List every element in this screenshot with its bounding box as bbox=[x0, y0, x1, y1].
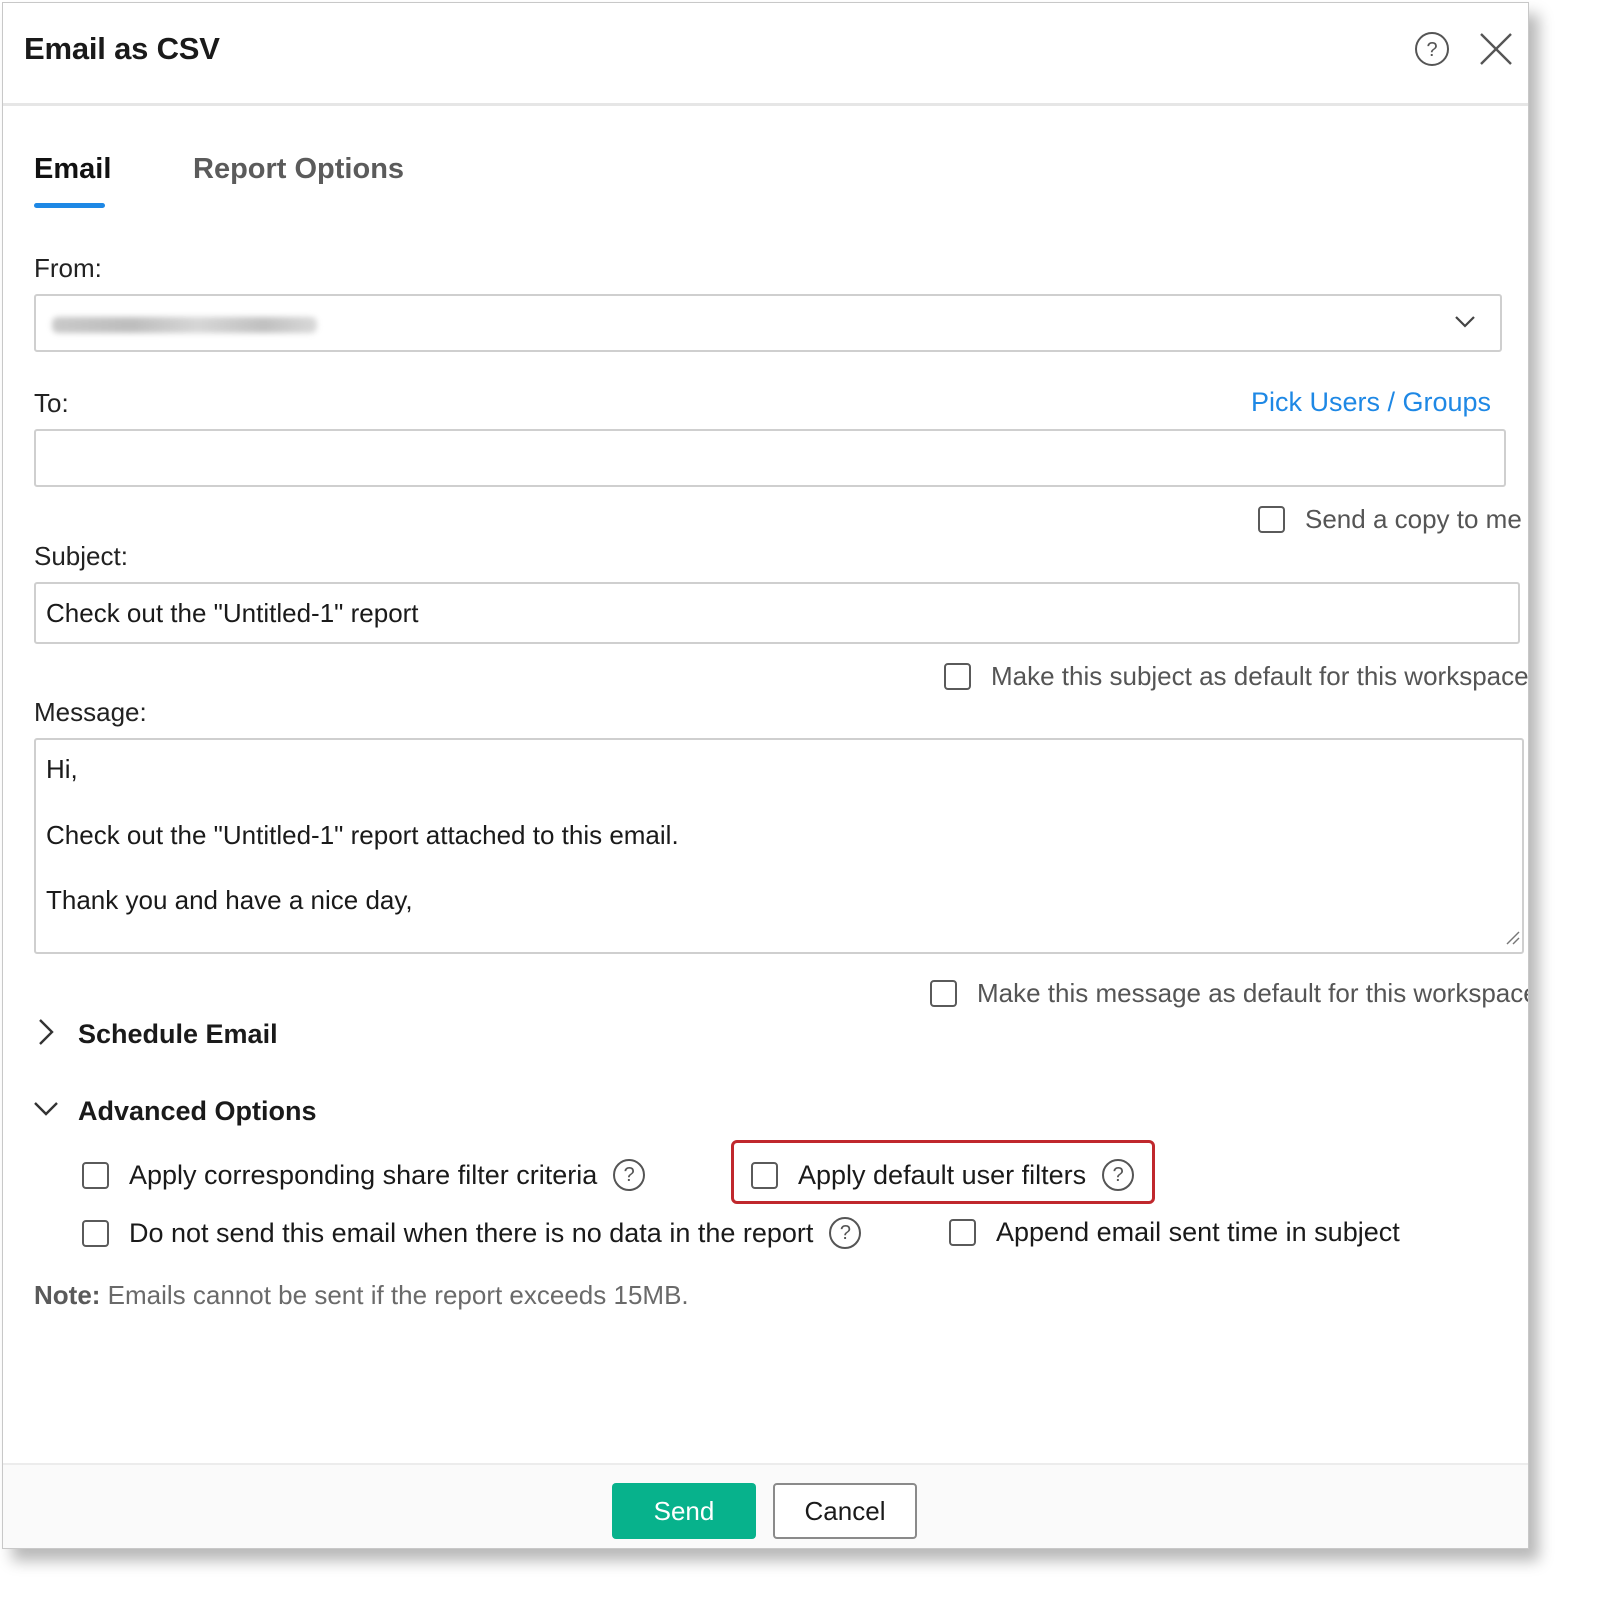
chevron-down-icon bbox=[1454, 313, 1476, 334]
subject-default-label: Make this subject as default for this wo… bbox=[991, 661, 1529, 691]
active-tab-indicator bbox=[34, 203, 105, 208]
no-data-option: Do not send this email when there is no … bbox=[82, 1217, 862, 1249]
subject-default-checkbox[interactable] bbox=[944, 663, 971, 690]
dialog-header: Email as CSV ? bbox=[3, 3, 1528, 106]
message-default-label: Make this message as default for this wo… bbox=[977, 978, 1529, 1008]
pick-users-groups-link[interactable]: Pick Users / Groups bbox=[1251, 387, 1491, 418]
message-line: Thank you and have a nice day, bbox=[46, 885, 413, 915]
close-icon[interactable] bbox=[1479, 32, 1513, 71]
message-line: Check out the "Untitled-1" report attach… bbox=[46, 820, 679, 850]
to-input[interactable] bbox=[34, 429, 1506, 487]
advanced-options-title: Advanced Options bbox=[78, 1096, 317, 1126]
message-textarea[interactable]: Hi, Check out the "Untitled-1" report at… bbox=[34, 738, 1524, 954]
help-icon[interactable]: ? bbox=[1414, 31, 1450, 72]
append-time-label: Append email sent time in subject bbox=[996, 1217, 1400, 1247]
share-filter-checkbox[interactable] bbox=[82, 1161, 109, 1189]
send-copy-checkbox[interactable] bbox=[1258, 506, 1285, 533]
share-filter-option: Apply corresponding share filter criteri… bbox=[82, 1159, 646, 1191]
chevron-right-icon bbox=[36, 1017, 56, 1052]
share-filter-label: Apply corresponding share filter criteri… bbox=[129, 1159, 598, 1190]
schedule-email-title: Schedule Email bbox=[78, 1019, 278, 1049]
advanced-options-toggle[interactable]: Advanced Options bbox=[33, 1094, 317, 1129]
send-copy-label: Send a copy to me bbox=[1305, 504, 1522, 534]
default-user-filters-label: Apply default user filters bbox=[798, 1159, 1087, 1190]
note-prefix: Note: bbox=[34, 1280, 101, 1310]
svg-text:?: ? bbox=[1426, 39, 1437, 61]
no-data-checkbox[interactable] bbox=[82, 1219, 109, 1247]
send-copy-option: Send a copy to me bbox=[1258, 504, 1522, 535]
help-icon[interactable]: ? bbox=[613, 1159, 646, 1191]
to-label: To: bbox=[34, 388, 69, 418]
message-default-checkbox[interactable] bbox=[930, 980, 957, 1007]
note-text: Emails cannot be sent if the report exce… bbox=[100, 1280, 689, 1310]
subject-value: Check out the "Untitled-1" report bbox=[46, 598, 419, 628]
from-label: From: bbox=[34, 253, 102, 283]
no-data-label: Do not send this email when there is no … bbox=[129, 1217, 814, 1248]
append-time-checkbox[interactable] bbox=[949, 1219, 976, 1246]
cancel-button[interactable]: Cancel bbox=[773, 1483, 917, 1539]
send-button[interactable]: Send bbox=[612, 1483, 756, 1539]
default-user-filters-option: Apply default user filters ? bbox=[751, 1159, 1135, 1191]
message-default-option: Make this message as default for this wo… bbox=[930, 978, 1529, 1009]
chevron-down-icon bbox=[33, 1094, 59, 1129]
tab-email[interactable]: Email bbox=[34, 153, 111, 186]
message-label: Message: bbox=[34, 697, 147, 727]
help-icon[interactable]: ? bbox=[1102, 1159, 1135, 1191]
from-value-redacted bbox=[52, 317, 317, 333]
subject-default-option: Make this subject as default for this wo… bbox=[944, 661, 1529, 692]
schedule-email-toggle[interactable]: Schedule Email bbox=[36, 1017, 278, 1052]
email-as-csv-dialog: Email as CSV ? Email Report Options From… bbox=[2, 2, 1529, 1549]
subject-label: Subject: bbox=[34, 541, 128, 571]
default-user-filters-checkbox[interactable] bbox=[751, 1161, 778, 1189]
dialog-footer: Send Cancel bbox=[3, 1463, 1528, 1548]
message-line: Hi, bbox=[46, 754, 78, 784]
tab-report-options[interactable]: Report Options bbox=[193, 153, 404, 186]
append-time-option: Append email sent time in subject bbox=[949, 1217, 1400, 1248]
help-icon[interactable]: ? bbox=[829, 1217, 862, 1249]
subject-input[interactable]: Check out the "Untitled-1" report bbox=[34, 582, 1520, 644]
size-note: Note: Emails cannot be sent if the repor… bbox=[34, 1280, 689, 1311]
from-select[interactable] bbox=[34, 294, 1502, 352]
resize-handle-icon[interactable] bbox=[1504, 929, 1520, 950]
dialog-title: Email as CSV bbox=[24, 31, 220, 66]
